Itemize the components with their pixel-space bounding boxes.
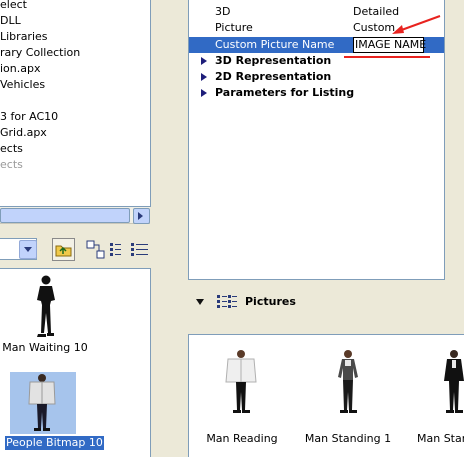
annotation-underline <box>344 56 430 58</box>
folder-up-button[interactable] <box>52 238 75 261</box>
library-tree[interactable]: elect DLL Libraries rary Collection ion.… <box>0 0 151 207</box>
tree-item[interactable]: rary Collection <box>0 45 80 61</box>
prop-name-custom-picture-name: Custom Picture Name <box>215 38 335 51</box>
object-item-selected[interactable]: People Bitmap 10 <box>0 368 150 453</box>
tree-item[interactable]: Libraries <box>0 29 48 45</box>
tree-item-disabled[interactable]: ects <box>0 157 23 173</box>
prop-name-picture: Picture <box>215 21 253 34</box>
tree-item[interactable]: ion.apx <box>0 61 41 77</box>
large-icons-view-icon[interactable] <box>86 240 108 260</box>
chevron-right-icon <box>138 212 143 220</box>
object-label: Man Waiting 10 <box>2 341 88 354</box>
view-dropdown[interactable] <box>0 238 37 260</box>
pictures-section-icon <box>217 295 237 308</box>
group-parameters-for-listing[interactable]: Parameters for Listing <box>189 85 444 101</box>
collapse-triangle-icon[interactable] <box>196 299 204 305</box>
pictures-section-title: Pictures <box>245 295 296 308</box>
objects-panel[interactable]: Man Waiting 10 People Bitmap 10 <box>0 268 151 457</box>
details-view-icon[interactable] <box>130 241 150 259</box>
picture-label: Man Reading <box>206 432 278 445</box>
tree-item[interactable]: 3 for AC10 <box>0 109 58 125</box>
object-item[interactable]: Man Waiting 10 <box>0 269 150 357</box>
dropdown-button[interactable] <box>19 240 37 259</box>
expand-triangle-icon <box>201 57 207 65</box>
man-standing-thumbnail <box>338 350 358 413</box>
group-2d-representation[interactable]: 2D Representation <box>189 69 444 85</box>
tree-item[interactable]: Vehicles <box>0 77 45 93</box>
list-view-icon[interactable] <box>108 241 130 259</box>
tree-item[interactable]: DLL <box>0 13 21 29</box>
picture-item[interactable]: Man Standi <box>401 335 464 455</box>
picture-label: Man Standing 1 <box>304 432 392 445</box>
expand-triangle-icon <box>201 73 207 81</box>
man-reading-thumbnail <box>225 350 257 413</box>
picture-item[interactable]: Man Standing 1 <box>295 335 401 455</box>
tree-item[interactable]: Grid.apx <box>0 125 47 141</box>
tree-item[interactable]: elect <box>0 0 27 13</box>
picture-item[interactable]: Man Reading <box>189 335 295 455</box>
pictures-gallery[interactable]: Man Reading Man Standing 1 Man Standi <box>188 334 464 457</box>
tree-item[interactable]: ects <box>0 141 23 157</box>
properties-panel[interactable]: 3D Detailed Picture Custom Custom Pictur… <box>188 0 445 280</box>
man-standing-thumbnail <box>444 350 464 413</box>
object-label-selected: People Bitmap 10 <box>5 436 104 450</box>
pictures-section-header[interactable]: Pictures <box>178 290 464 314</box>
folder-up-icon <box>55 245 72 257</box>
chevron-down-icon <box>24 247 32 252</box>
man-waiting-thumbnail <box>37 275 55 337</box>
annotation-arrow-icon <box>392 15 441 34</box>
prop-name-3d: 3D <box>215 5 231 18</box>
picture-label: Man Standi <box>417 432 464 445</box>
people-bitmap-thumbnail <box>28 374 56 431</box>
horizontal-scrollbar[interactable] <box>0 207 150 224</box>
expand-triangle-icon <box>201 89 207 97</box>
scrollbar-thumb[interactable] <box>0 208 130 223</box>
scroll-right-button[interactable] <box>133 208 150 224</box>
